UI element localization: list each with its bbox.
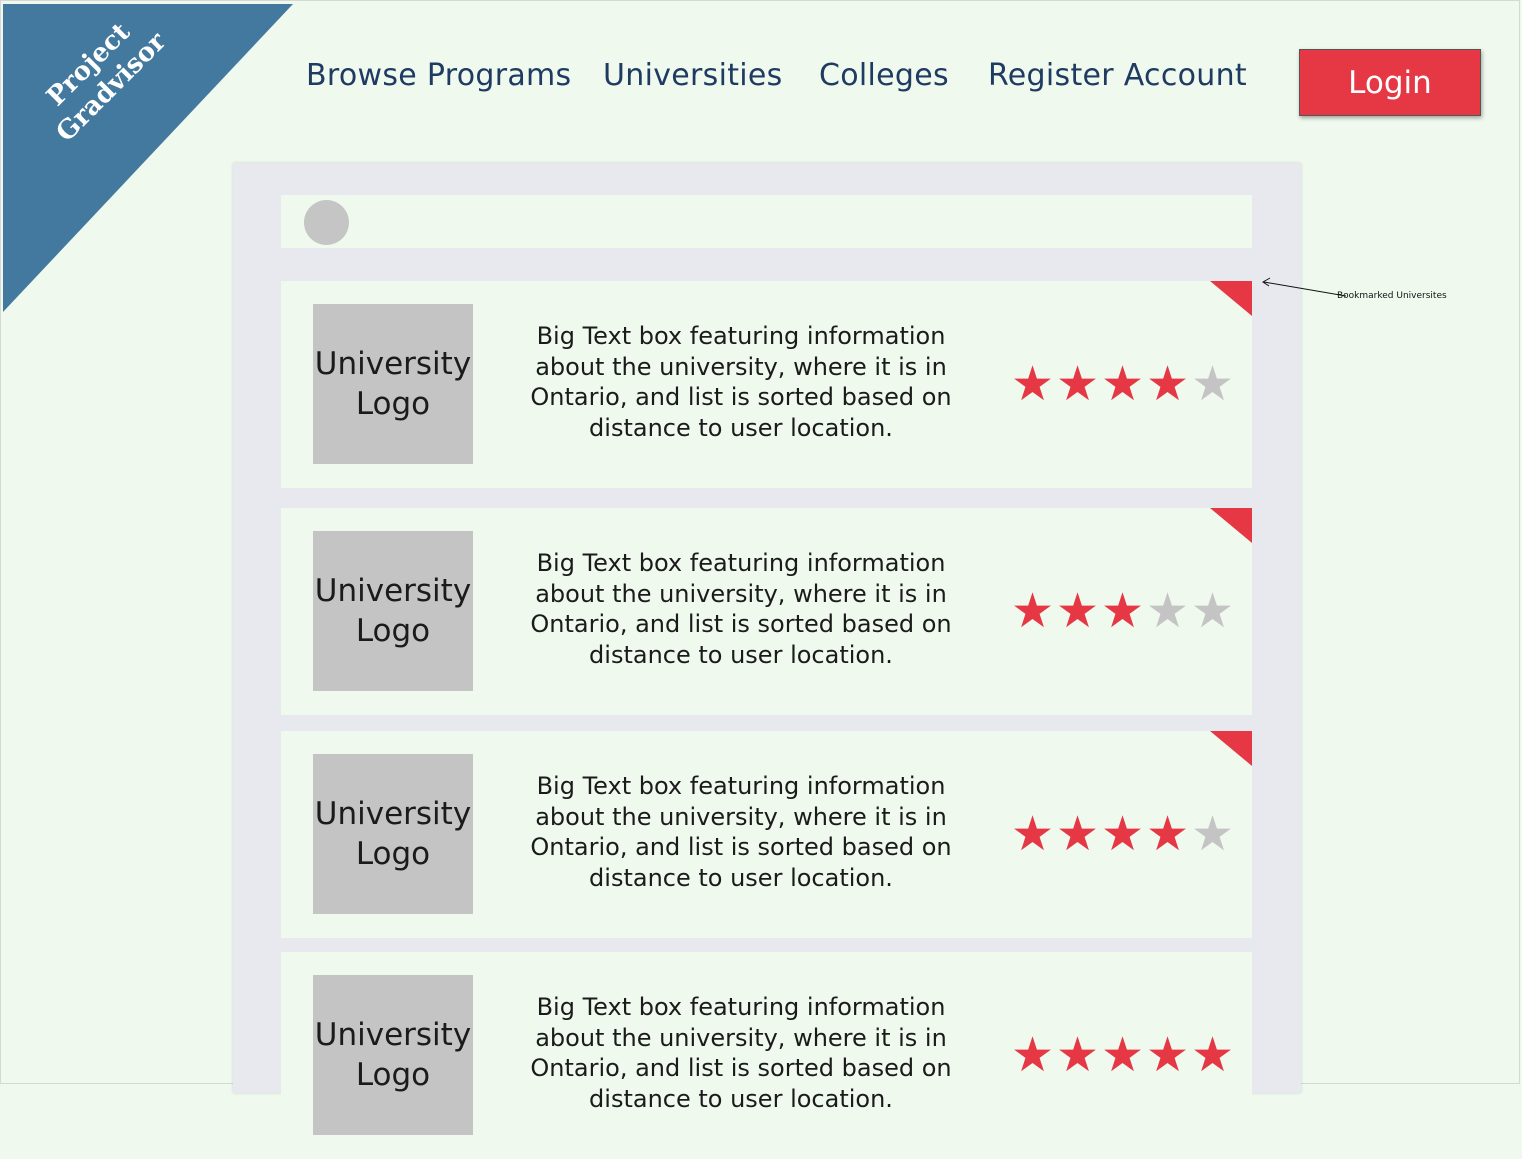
university-card[interactable]: University Logo Big Text box featuring in… bbox=[281, 281, 1252, 488]
university-card[interactable]: University Logo Big Text box featuring in… bbox=[281, 731, 1252, 938]
star-filled-icon: ★ bbox=[1101, 583, 1145, 639]
star-empty-icon: ★ bbox=[1146, 583, 1190, 639]
bookmark-flag-icon[interactable] bbox=[1210, 731, 1252, 766]
bookmark-annotation: Bookmarked Universites bbox=[1337, 291, 1447, 301]
university-logo: University Logo bbox=[313, 975, 473, 1135]
star-filled-icon: ★ bbox=[1011, 583, 1055, 639]
star-filled-icon: ★ bbox=[1146, 1027, 1190, 1083]
star-filled-icon: ★ bbox=[1101, 1027, 1145, 1083]
university-logo: University Logo bbox=[313, 531, 473, 691]
star-rating: ★ ★ ★ ★ ★ bbox=[1011, 809, 1236, 859]
brand-logo: Project Gradvisor bbox=[17, 4, 182, 159]
star-filled-icon: ★ bbox=[1011, 356, 1055, 412]
star-empty-icon: ★ bbox=[1191, 356, 1235, 412]
university-list-panel: University Logo Big Text box featuring in… bbox=[233, 163, 1301, 1159]
star-rating: ★ ★ ★ ★ ★ bbox=[1011, 359, 1236, 409]
university-description: Big Text box featuring information about… bbox=[530, 993, 952, 1113]
star-empty-icon: ★ bbox=[1191, 583, 1235, 639]
university-description: Big Text box featuring information about… bbox=[530, 322, 952, 442]
login-button[interactable]: Login bbox=[1299, 49, 1481, 116]
star-filled-icon: ★ bbox=[1056, 583, 1100, 639]
search-bar[interactable] bbox=[281, 195, 1252, 248]
nav-colleges[interactable]: Colleges bbox=[819, 58, 949, 93]
university-logo: University Logo bbox=[313, 754, 473, 914]
nav-register-account[interactable]: Register Account bbox=[988, 58, 1247, 93]
search-avatar-icon[interactable] bbox=[304, 200, 349, 245]
university-card[interactable]: University Logo Big Text box featuring in… bbox=[281, 508, 1252, 715]
university-card[interactable]: University Logo Big Text box featuring in… bbox=[281, 952, 1252, 1159]
bookmark-flag-icon[interactable] bbox=[1210, 508, 1252, 543]
star-filled-icon: ★ bbox=[1101, 806, 1145, 862]
star-rating: ★ ★ ★ ★ ★ bbox=[1011, 1030, 1236, 1080]
star-filled-icon: ★ bbox=[1146, 356, 1190, 412]
star-filled-icon: ★ bbox=[1146, 806, 1190, 862]
star-filled-icon: ★ bbox=[1011, 1027, 1055, 1083]
bookmark-flag-icon[interactable] bbox=[1210, 281, 1252, 316]
star-filled-icon: ★ bbox=[1056, 806, 1100, 862]
university-description: Big Text box featuring information about… bbox=[530, 772, 952, 892]
star-filled-icon: ★ bbox=[1056, 356, 1100, 412]
annotation-arrow-icon bbox=[1262, 277, 1347, 297]
star-filled-icon: ★ bbox=[1101, 356, 1145, 412]
star-filled-icon: ★ bbox=[1056, 1027, 1100, 1083]
university-logo: University Logo bbox=[313, 304, 473, 464]
star-rating: ★ ★ ★ ★ ★ bbox=[1011, 586, 1236, 636]
nav-browse-programs[interactable]: Browse Programs bbox=[306, 58, 571, 93]
university-description: Big Text box featuring information about… bbox=[530, 549, 952, 669]
star-filled-icon: ★ bbox=[1011, 806, 1055, 862]
star-empty-icon: ★ bbox=[1191, 806, 1235, 862]
star-filled-icon: ★ bbox=[1191, 1027, 1235, 1083]
nav-universities[interactable]: Universities bbox=[603, 58, 783, 93]
